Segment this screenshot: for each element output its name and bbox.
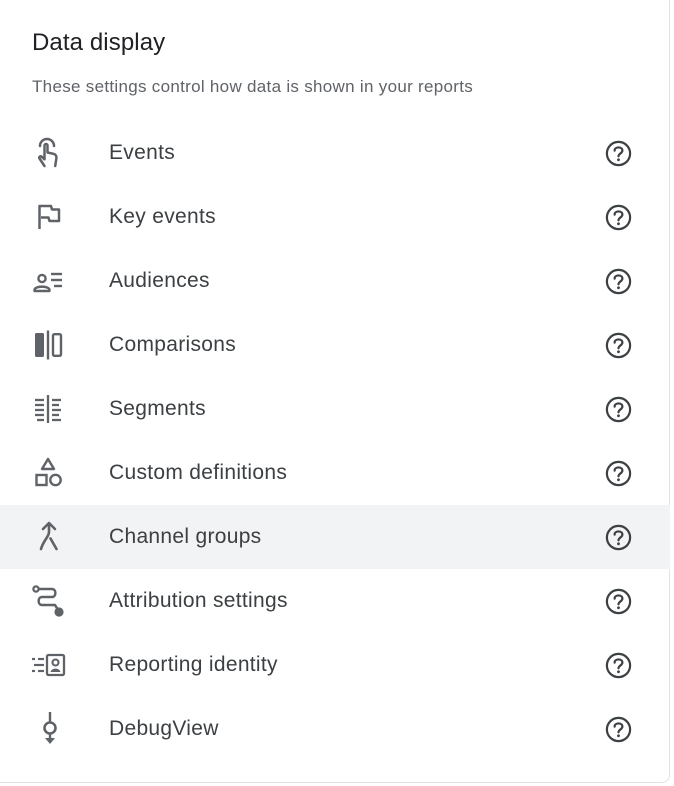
menu-item-events[interactable]: Events bbox=[0, 121, 670, 185]
segment-icon bbox=[30, 391, 66, 427]
help-circle-icon[interactable] bbox=[605, 524, 632, 551]
audience-list-icon bbox=[30, 263, 66, 299]
menu-item-custom-definitions[interactable]: Custom definitions bbox=[0, 441, 670, 505]
menu-item-key-events[interactable]: Key events bbox=[0, 185, 670, 249]
debug-commit-icon bbox=[30, 711, 66, 747]
menu-item-label: Reporting identity bbox=[109, 653, 278, 676]
menu-item-segments[interactable]: Segments bbox=[0, 377, 670, 441]
id-card-icon bbox=[30, 647, 66, 683]
help-circle-icon[interactable] bbox=[605, 588, 632, 615]
menu-item-label: Comparisons bbox=[109, 333, 237, 356]
touch-icon bbox=[30, 135, 66, 171]
help-circle-icon[interactable] bbox=[605, 332, 632, 359]
menu-item-debugview[interactable]: DebugView bbox=[0, 697, 670, 761]
menu-item-label: DebugView bbox=[109, 717, 219, 740]
menu-item-label: Audiences bbox=[109, 269, 210, 292]
help-circle-icon[interactable] bbox=[605, 140, 632, 167]
menu-item-label: Key events bbox=[109, 205, 216, 228]
data-display-card: Data display These settings control how … bbox=[0, 0, 670, 783]
help-circle-icon[interactable] bbox=[605, 396, 632, 423]
help-circle-icon[interactable] bbox=[605, 204, 632, 231]
help-circle-icon[interactable] bbox=[605, 460, 632, 487]
compare-columns-icon bbox=[30, 327, 66, 363]
route-icon bbox=[30, 583, 66, 619]
menu-item-label: Channel groups bbox=[109, 525, 262, 548]
menu-item-label: Custom definitions bbox=[109, 461, 288, 484]
shapes-icon bbox=[30, 455, 66, 491]
card-title: Data display bbox=[32, 29, 166, 56]
menu-item-channel-groups[interactable]: Channel groups bbox=[0, 505, 670, 569]
menu-item-label: Events bbox=[109, 141, 175, 164]
menu-item-reporting-identity[interactable]: Reporting identity bbox=[0, 633, 670, 697]
flag-icon bbox=[30, 199, 66, 235]
menu-item-comparisons[interactable]: Comparisons bbox=[0, 313, 670, 377]
help-circle-icon[interactable] bbox=[605, 716, 632, 743]
data-display-menu: Events Key events Audiences Comparisons … bbox=[0, 121, 670, 761]
menu-item-attribution-settings[interactable]: Attribution settings bbox=[0, 569, 670, 633]
card-subtitle: These settings control how data is shown… bbox=[32, 77, 474, 96]
help-circle-icon[interactable] bbox=[605, 652, 632, 679]
help-circle-icon[interactable] bbox=[605, 268, 632, 295]
menu-item-label: Attribution settings bbox=[109, 589, 288, 612]
menu-item-label: Segments bbox=[109, 397, 206, 420]
menu-item-audiences[interactable]: Audiences bbox=[0, 249, 670, 313]
merge-arrow-icon bbox=[30, 519, 66, 555]
